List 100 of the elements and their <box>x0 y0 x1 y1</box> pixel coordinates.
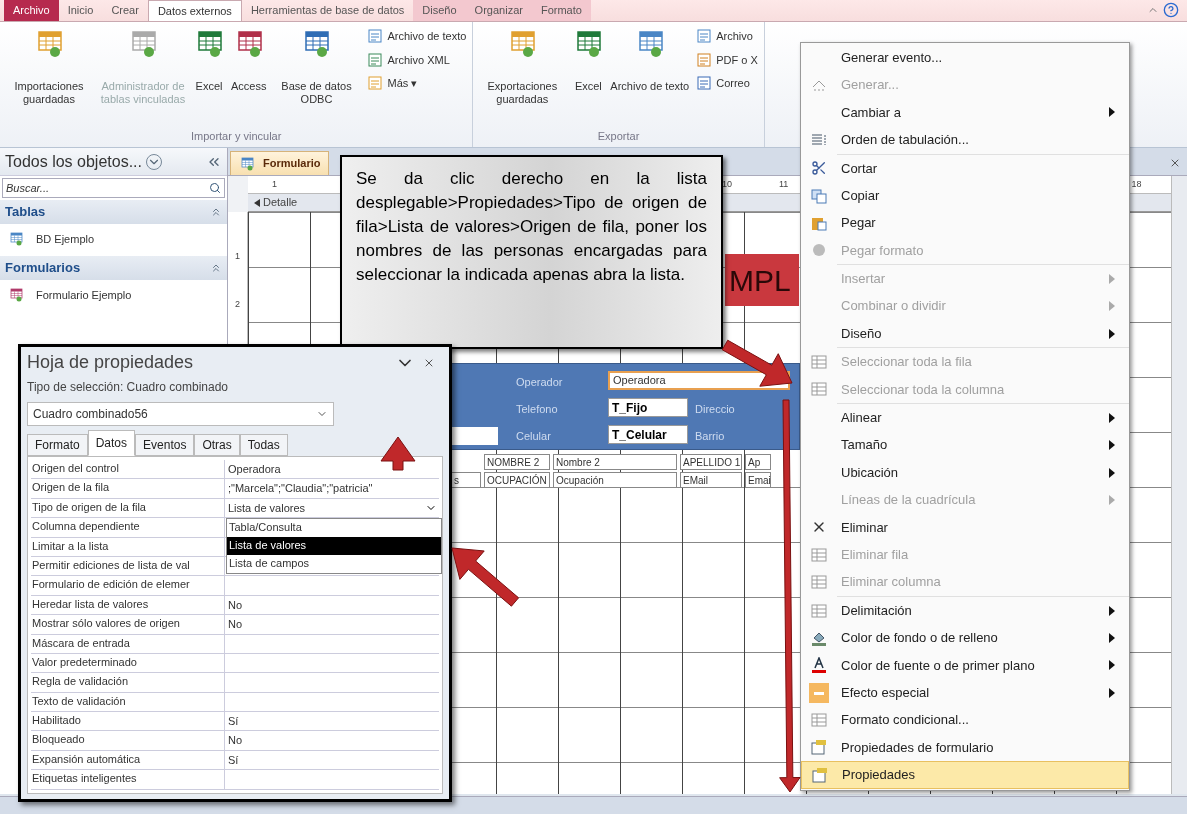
collapse-icon[interactable] <box>210 206 222 218</box>
ribbon-small-button[interactable]: Archivo de texto <box>367 28 467 45</box>
help-icon[interactable] <box>1163 2 1179 18</box>
property-value[interactable]: Sí <box>228 751 239 769</box>
menu-item[interactable]: Ubicación <box>801 458 1129 487</box>
property-name: Mostrar sólo valores de origen <box>31 615 225 634</box>
property-value[interactable]: No <box>228 596 243 614</box>
menu-item[interactable]: Efecto especial <box>801 679 1129 707</box>
pointer-arrow <box>451 547 520 607</box>
ribbon-tab[interactable]: Datos externos <box>147 0 242 21</box>
menu-item[interactable]: Formato condicional... <box>801 706 1129 734</box>
grid-icon <box>811 712 827 729</box>
ribbon-button[interactable]: Excel <box>569 28 608 128</box>
ribbon-small-button[interactable]: Correo <box>696 75 758 92</box>
section-label: Detalle <box>263 195 298 211</box>
form-control: OCUPACIÓN <box>484 472 550 488</box>
section-header[interactable]: Tablas <box>0 200 227 224</box>
form-control: APELLIDO 1 <box>680 454 742 470</box>
object-select[interactable]: Cuadro combinado56 <box>27 402 334 426</box>
property-tab[interactable]: Eventos <box>135 434 195 456</box>
pointer-arrow <box>721 339 793 387</box>
property-name: Bloqueado <box>31 731 225 750</box>
menu-item[interactable]: Cortar <box>801 154 1129 182</box>
menu-item[interactable]: Alinear <box>801 404 1129 432</box>
ruler-number: 18 <box>1131 177 1142 191</box>
font-color-icon <box>811 657 827 674</box>
menu-item[interactable]: Pegar <box>801 209 1129 237</box>
properties-icon <box>811 739 827 756</box>
property-value[interactable]: No <box>228 732 243 749</box>
form-control: Nombre 2 <box>553 454 677 470</box>
ribbon-tab[interactable]: Organizar <box>465 0 532 21</box>
menu-item[interactable]: Copiar <box>801 181 1129 210</box>
collapse-icon[interactable] <box>210 262 222 274</box>
ribbon-button[interactable]: Base de datos ODBC <box>269 28 364 128</box>
property-name: Regla de validación <box>31 673 225 692</box>
menu-item[interactable]: Propiedades <box>801 761 1129 789</box>
ribbon-button[interactable]: Archivo de texto <box>607 28 693 128</box>
property-tab[interactable]: Todas <box>239 434 288 456</box>
ribbon-small-button[interactable]: Más ▾ <box>367 75 467 92</box>
dropdown-option[interactable]: Lista de valores <box>227 537 441 555</box>
property-tab[interactable]: Otras <box>194 434 240 456</box>
ribbon-small-button[interactable]: Archivo XML <box>367 51 467 68</box>
menu-item[interactable]: Eliminar <box>801 513 1129 542</box>
document-tab[interactable]: Formulario <box>230 151 330 175</box>
text-file-icon <box>696 28 713 45</box>
ribbon-tab[interactable]: Archivo <box>4 0 59 21</box>
menu-item[interactable]: Generar evento... <box>801 44 1129 72</box>
ribbon-small-button[interactable]: Archivo <box>696 28 758 45</box>
text-field[interactable]: T_Celular <box>608 425 688 444</box>
ribbon-small-button[interactable]: PDF o X <box>696 51 758 68</box>
ruler-number: 1 <box>235 250 240 263</box>
ribbon-tab[interactable]: Inicio <box>58 0 103 21</box>
menu-item[interactable]: Tamaño <box>801 431 1129 459</box>
property-name: Formulario de edición de elemer <box>31 576 225 595</box>
property-tab[interactable]: Datos <box>87 430 136 456</box>
section-header[interactable]: Formularios <box>0 256 227 280</box>
property-value[interactable]: No <box>228 616 243 633</box>
ribbon-button[interactable]: Importaciones guardadas <box>2 28 96 128</box>
field-label: Telefono <box>516 402 558 417</box>
menu-item[interactable]: Propiedades de formulario <box>801 733 1129 762</box>
field-label: Celular <box>516 429 551 444</box>
pointer-arrow <box>380 436 416 471</box>
ribbon-button[interactable]: Access <box>228 28 270 128</box>
group-label: Exportar <box>597 128 640 144</box>
dropdown-option[interactable]: Tabla/Consulta <box>227 519 441 537</box>
property-name: Etiquetas inteligentes <box>31 770 225 789</box>
property-name: Valor predeterminado <box>31 653 225 673</box>
ribbon-tab[interactable]: Herramientas de base de datos <box>241 0 414 21</box>
menu-item[interactable]: Color de fondo o de relleno <box>801 624 1129 652</box>
field-label: Direccio <box>695 402 735 417</box>
property-value[interactable]: Sí <box>228 713 239 730</box>
text-file-icon <box>367 28 384 45</box>
property-value[interactable]: Lista de valores <box>228 499 306 517</box>
ribbon-button[interactable]: Excel <box>190 28 228 128</box>
menu-item[interactable]: Orden de tabulación... <box>801 126 1129 154</box>
property-name: Máscara de entrada <box>31 634 225 653</box>
tab-order-icon <box>811 131 827 148</box>
search-field[interactable]: Buscar... <box>2 178 225 198</box>
close-icon[interactable] <box>1169 157 1181 169</box>
ribbon-tab[interactable]: Diseño <box>413 0 466 21</box>
ribbon-button[interactable]: Exportaciones guardadas <box>475 28 570 128</box>
field-label: Operador <box>516 375 563 390</box>
menu-item[interactable]: Delimitación <box>801 596 1129 625</box>
ribbon-tab[interactable]: Crear <box>102 0 148 21</box>
property-tab[interactable]: Formato <box>27 434 88 456</box>
menu-item[interactable]: Cambiar a <box>801 98 1129 127</box>
form-control: Emai <box>745 472 771 488</box>
callout-text: Se da clic derecho en la lista desplegable>Propiedades>Tipo de origen de fila>Lista de valores>Origen de fila, poner los nombres de las personas encargadas para seleccionar la indicada apenas abra la lista. <box>356 168 707 286</box>
nav-item[interactable]: BD Ejemplo <box>0 224 227 254</box>
effect-icon <box>809 682 829 703</box>
search-icon[interactable] <box>209 182 221 194</box>
menu-item[interactable]: Diseño <box>801 319 1129 348</box>
property-value[interactable]: ;"Marcela";"Claudia";"patricia" <box>228 480 373 497</box>
property-value[interactable]: Operadora <box>228 460 281 478</box>
menu-item[interactable]: Color de fuente o de primer plano <box>801 651 1129 679</box>
dropdown-option[interactable]: Lista de campos <box>227 555 441 573</box>
nav-item[interactable]: Formulario Ejemplo <box>0 280 227 310</box>
form-control: s <box>451 472 481 488</box>
text-field[interactable]: T_Fijo <box>608 398 688 417</box>
ribbon-tab[interactable]: Formato <box>531 0 591 21</box>
